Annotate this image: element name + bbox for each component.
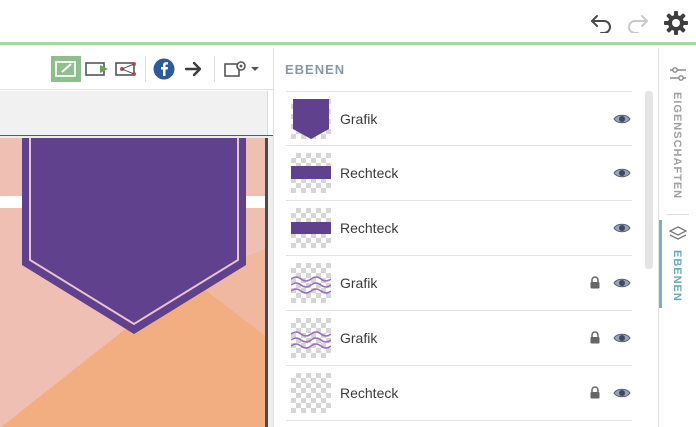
layer-name: Grafik [340,111,378,127]
eye-icon[interactable] [613,331,631,349]
lock-icon[interactable] [589,386,601,404]
design-canvas[interactable] [0,138,268,427]
layer-name: Rechteck [340,165,399,181]
sliders-icon [669,66,687,87]
facebook-icon[interactable] [151,56,177,82]
layer-thumbnail [291,99,331,139]
tab-divider [667,214,689,215]
gear-icon[interactable] [663,10,689,36]
layer-thumbnail [291,208,331,248]
layer-row[interactable]: Rechteck [286,366,632,421]
toolbar-separator [145,56,146,82]
edit-icon[interactable] [51,56,81,82]
undo-icon[interactable] [588,10,614,36]
layer-row[interactable]: Grafik [286,91,632,146]
layer-name: Rechteck [340,385,399,401]
layer-row[interactable]: Rechteck [286,146,632,201]
video-icon[interactable] [83,56,111,82]
side-tabs: EIGENSCHAFTEN EBENEN [658,48,696,427]
canvas-artwork [0,138,265,427]
toolbar-separator [214,56,215,82]
canvas-toolbar [0,48,273,90]
layer-thumbnail [291,263,331,303]
layer-thumbnail [291,153,331,193]
layers-icon [668,226,688,247]
top-bar [0,0,696,45]
lock-icon[interactable] [589,331,601,349]
tab-properties-label: EIGENSCHAFTEN [671,92,683,200]
eye-icon[interactable] [613,386,631,404]
layer-name: Rechteck [340,220,399,236]
lock-icon[interactable] [589,276,601,294]
eye-icon[interactable] [613,166,631,184]
layer-thumbnail [291,373,331,413]
redo-icon[interactable] [625,10,651,36]
layers-scrollbar[interactable] [645,91,653,269]
tab-properties[interactable]: EIGENSCHAFTEN [659,48,696,214]
eye-icon[interactable] [613,112,631,130]
canvas-ruler [0,91,268,135]
layer-name: Grafik [340,275,378,291]
share-network-icon[interactable] [113,56,141,82]
arrow-right-icon[interactable] [182,56,206,82]
layer-row[interactable]: Rechteck [286,201,632,256]
panel-title: EBENEN [285,62,346,77]
tab-layers[interactable]: EBENEN [659,220,696,308]
layer-name: Grafik [340,330,378,346]
layers-panel: EBENEN Grafik Rechteck Rechteck Grafik G… [273,48,658,427]
settings-dropdown-icon[interactable] [221,56,263,82]
tab-layers-label: EBENEN [671,250,683,302]
layers-list: Grafik Rechteck Rechteck Grafik Grafik R… [286,91,632,421]
canvas-area [0,135,273,427]
layer-thumbnail [291,318,331,358]
eye-icon[interactable] [613,221,631,239]
eye-icon[interactable] [613,276,631,294]
layer-row[interactable]: Grafik [286,256,632,311]
layer-row[interactable]: Grafik [286,311,632,366]
